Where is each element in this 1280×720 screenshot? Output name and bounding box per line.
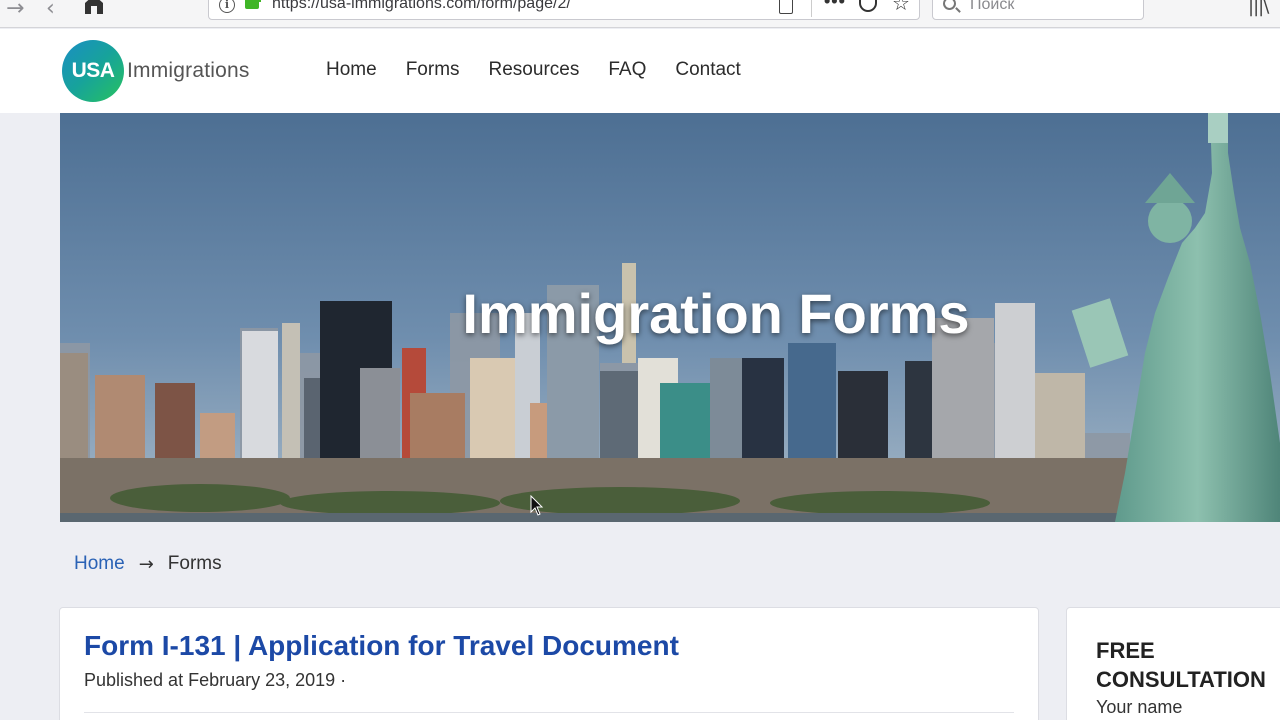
library-icon[interactable]: |||\ — [1248, 0, 1269, 17]
pocket-icon[interactable] — [859, 0, 877, 12]
site-logo[interactable]: USA Immigrations — [62, 40, 250, 102]
your-name-label: Your name — [1096, 697, 1183, 717]
bookmark-star-icon[interactable]: ☆ — [892, 0, 910, 15]
nav-home[interactable]: Home — [326, 59, 377, 81]
url-text[interactable]: https://usa-immigrations.com/form/page/2… — [272, 0, 571, 13]
post-divider — [84, 712, 1014, 713]
breadcrumb-current: Forms — [167, 553, 222, 574]
hero-title: Immigration Forms — [462, 282, 970, 345]
nav-forms[interactable]: Forms — [406, 59, 460, 81]
forward-arrow-icon[interactable]: → — [6, 0, 24, 21]
home-icon[interactable] — [82, 0, 106, 16]
reader-view-icon[interactable] — [779, 0, 793, 14]
browser-search-input[interactable]: Поиск — [932, 0, 1144, 20]
post-card: Form I-131 | Application for Travel Docu… — [59, 607, 1039, 720]
site-header: USA Immigrations Home Forms Resources FA… — [0, 29, 1280, 113]
browser-toolbar: → ‹ i https://usa-immigrations.com/form/… — [0, 0, 1280, 28]
hero-banner: Immigration Forms — [60, 113, 1280, 522]
post-meta: Published at February 23, 2019 · — [84, 670, 347, 690]
secure-lock-icon — [245, 0, 261, 9]
logo-badge: USA — [62, 40, 124, 102]
address-bar[interactable]: i https://usa-immigrations.com/form/page… — [208, 0, 920, 20]
logo-text: Immigrations — [127, 59, 250, 82]
free-consultation-widget: FREE CONSULTATION Your name — [1066, 607, 1280, 720]
nav-contact[interactable]: Contact — [675, 59, 740, 81]
site-info-icon[interactable]: i — [219, 0, 235, 13]
breadcrumb-home-link[interactable]: Home — [74, 553, 125, 575]
mouse-cursor-icon — [530, 495, 544, 516]
back-arrow-icon[interactable]: ‹ — [46, 0, 55, 21]
widget-title: FREE CONSULTATION — [1096, 638, 1266, 692]
breadcrumb-separator-icon: → — [138, 553, 154, 575]
post-title-link[interactable]: Form I-131 | Application for Travel Docu… — [84, 630, 679, 662]
nav-faq[interactable]: FAQ — [608, 59, 646, 81]
nav-resources[interactable]: Resources — [489, 59, 580, 81]
address-bar-separator — [811, 0, 812, 17]
search-icon — [943, 0, 956, 10]
main-navigation: Home Forms Resources FAQ Contact — [326, 59, 770, 81]
search-placeholder: Поиск — [970, 0, 1015, 13]
breadcrumb: Home → Forms — [74, 553, 222, 575]
page-actions-icon[interactable]: ••• — [824, 0, 846, 12]
